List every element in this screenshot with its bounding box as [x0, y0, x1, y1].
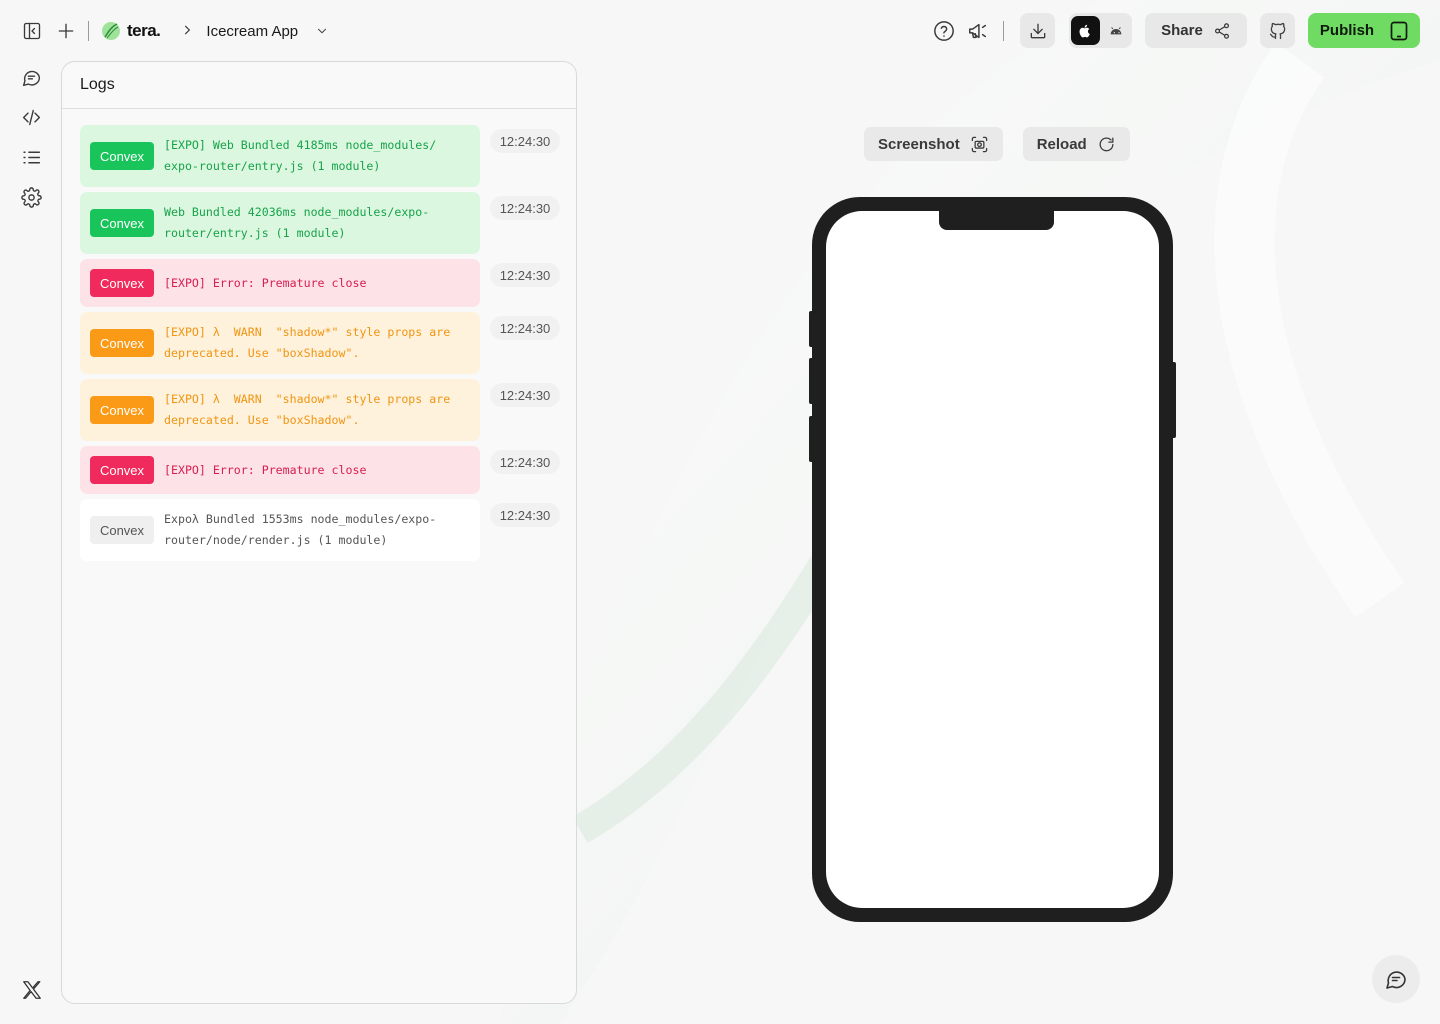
log-entry: Convex [EXPO] λ WARN "shadow*" style prop… — [80, 379, 560, 441]
log-timestamp: 12:24:30 — [490, 316, 560, 340]
phone-mute-button — [809, 311, 814, 347]
preview-actions: Screenshot Reload — [864, 127, 1130, 161]
log-timestamp: 12:24:30 — [490, 383, 560, 407]
camera-scan-icon — [971, 136, 987, 152]
logs-header: Logs — [62, 62, 576, 109]
publish-button[interactable]: Publish — [1308, 13, 1420, 48]
chat-support-button[interactable] — [1372, 955, 1420, 1003]
log-card-error[interactable]: Convex [EXPO] Error: Premature close — [80, 446, 480, 494]
megaphone-icon[interactable] — [965, 18, 991, 44]
phone-preview — [812, 197, 1173, 922]
settings-icon[interactable] — [18, 184, 44, 210]
log-timestamp: 12:24:30 — [490, 450, 560, 474]
log-entry: Convex Web Bundled 42036ms node_modules/e… — [80, 192, 560, 254]
tablet-icon — [1390, 21, 1408, 40]
log-timestamp: 12:24:30 — [490, 263, 560, 287]
android-icon — [1110, 26, 1122, 34]
chat-icon[interactable] — [18, 64, 44, 90]
log-message: [EXPO] λ WARN "shadow*" style props are … — [164, 325, 451, 360]
log-entry: Convex [EXPO] Error: Premature close 12:24… — [80, 446, 560, 494]
log-message: [EXPO] λ WARN "shadow*" style props are … — [164, 392, 451, 427]
top-bar-right: Share Publish — [927, 13, 1420, 48]
phone-volume-up-button — [809, 358, 814, 404]
publish-label: Publish — [1319, 22, 1375, 39]
log-entry: Convex [EXPO] Error: Premature close 12:24… — [80, 259, 560, 307]
log-entry: Convex Expoλ Bundled 1553ms node_modules/… — [80, 499, 560, 561]
log-entry: Convex [EXPO] λ WARN "shadow*" style prop… — [80, 312, 560, 374]
divider — [1003, 20, 1004, 41]
platform-toggle — [1069, 13, 1132, 48]
help-icon[interactable] — [931, 18, 957, 44]
log-timestamp: 12:24:30 — [490, 503, 560, 527]
android-platform-button[interactable] — [1102, 16, 1131, 45]
log-message: [EXPO] Error: Premature close — [164, 275, 367, 290]
phone-screen[interactable] — [826, 211, 1159, 908]
phone-power-button — [1171, 362, 1176, 438]
left-rail — [18, 64, 44, 210]
phone-volume-down-button — [809, 416, 814, 462]
log-card-success[interactable]: Convex [EXPO] Web Bundled 4185ms node_mod… — [80, 125, 480, 187]
log-message: Web Bundled 42036ms node_modules/expo- r… — [164, 205, 430, 240]
chat-bubble-icon — [1386, 971, 1406, 989]
share-label: Share — [1161, 22, 1203, 39]
code-icon[interactable] — [18, 104, 44, 130]
top-bar: tera. Icecream App Share Publish — [0, 0, 1440, 62]
list-icon[interactable] — [18, 144, 44, 170]
log-message: [EXPO] Error: Premature close — [164, 462, 367, 477]
log-source-badge: Convex — [90, 516, 154, 544]
apple-icon — [1079, 24, 1091, 37]
logs-list: Convex [EXPO] Web Bundled 4185ms node_mod… — [80, 125, 560, 566]
log-source-badge: Convex — [90, 456, 154, 484]
log-source-badge: Convex — [90, 142, 154, 170]
log-message: Expoλ Bundled 1553ms node_modules/expo- … — [164, 512, 437, 547]
share-icon — [1214, 22, 1229, 39]
download-button[interactable] — [1020, 13, 1055, 48]
log-source-badge: Convex — [90, 329, 154, 357]
brand-name: tera. — [127, 21, 161, 40]
github-icon — [1269, 22, 1285, 39]
share-button[interactable]: Share — [1145, 13, 1247, 48]
download-icon — [1030, 23, 1045, 38]
github-button[interactable] — [1260, 13, 1295, 48]
project-name[interactable]: Icecream App — [206, 23, 298, 40]
breadcrumb-chevron-icon — [180, 23, 194, 40]
log-entry: Convex [EXPO] Web Bundled 4185ms node_mod… — [80, 125, 560, 187]
phone-notch — [939, 207, 1054, 230]
log-message: [EXPO] Web Bundled 4185ms node_modules/ … — [164, 138, 437, 173]
logs-title: Logs — [80, 76, 115, 93]
brand-logo[interactable]: tera. — [101, 21, 161, 41]
log-card-error[interactable]: Convex [EXPO] Error: Premature close — [80, 259, 480, 307]
log-source-badge: Convex — [90, 209, 154, 237]
log-timestamp: 12:24:30 — [490, 196, 560, 220]
log-source-badge: Convex — [90, 269, 154, 297]
plus-icon[interactable] — [54, 19, 78, 43]
reload-icon — [1099, 137, 1114, 151]
reload-label: Reload — [1036, 135, 1087, 153]
sidebar-toggle-icon[interactable] — [20, 19, 44, 43]
screenshot-button[interactable]: Screenshot — [864, 127, 1003, 161]
log-source-badge: Convex — [90, 396, 154, 424]
log-card-warn[interactable]: Convex [EXPO] λ WARN "shadow*" style prop… — [80, 312, 480, 374]
reload-button[interactable]: Reload — [1022, 127, 1130, 161]
divider — [88, 21, 89, 41]
chevron-down-icon[interactable] — [310, 19, 334, 43]
x-logo-icon[interactable] — [21, 979, 43, 1001]
ios-platform-button[interactable] — [1071, 16, 1100, 45]
top-bar-left: tera. Icecream App — [20, 18, 334, 44]
logs-panel: Logs Convex [EXPO] Web Bundled 4185ms nod… — [61, 61, 577, 1004]
log-card-success[interactable]: Convex Web Bundled 42036ms node_modules/e… — [80, 192, 480, 254]
log-card-neutral[interactable]: Convex Expoλ Bundled 1553ms node_modules/… — [80, 499, 480, 561]
screenshot-label: Screenshot — [878, 135, 960, 153]
log-card-warn[interactable]: Convex [EXPO] λ WARN "shadow*" style prop… — [80, 379, 480, 441]
brand-mark-icon — [102, 22, 120, 40]
log-timestamp: 12:24:30 — [490, 129, 560, 153]
